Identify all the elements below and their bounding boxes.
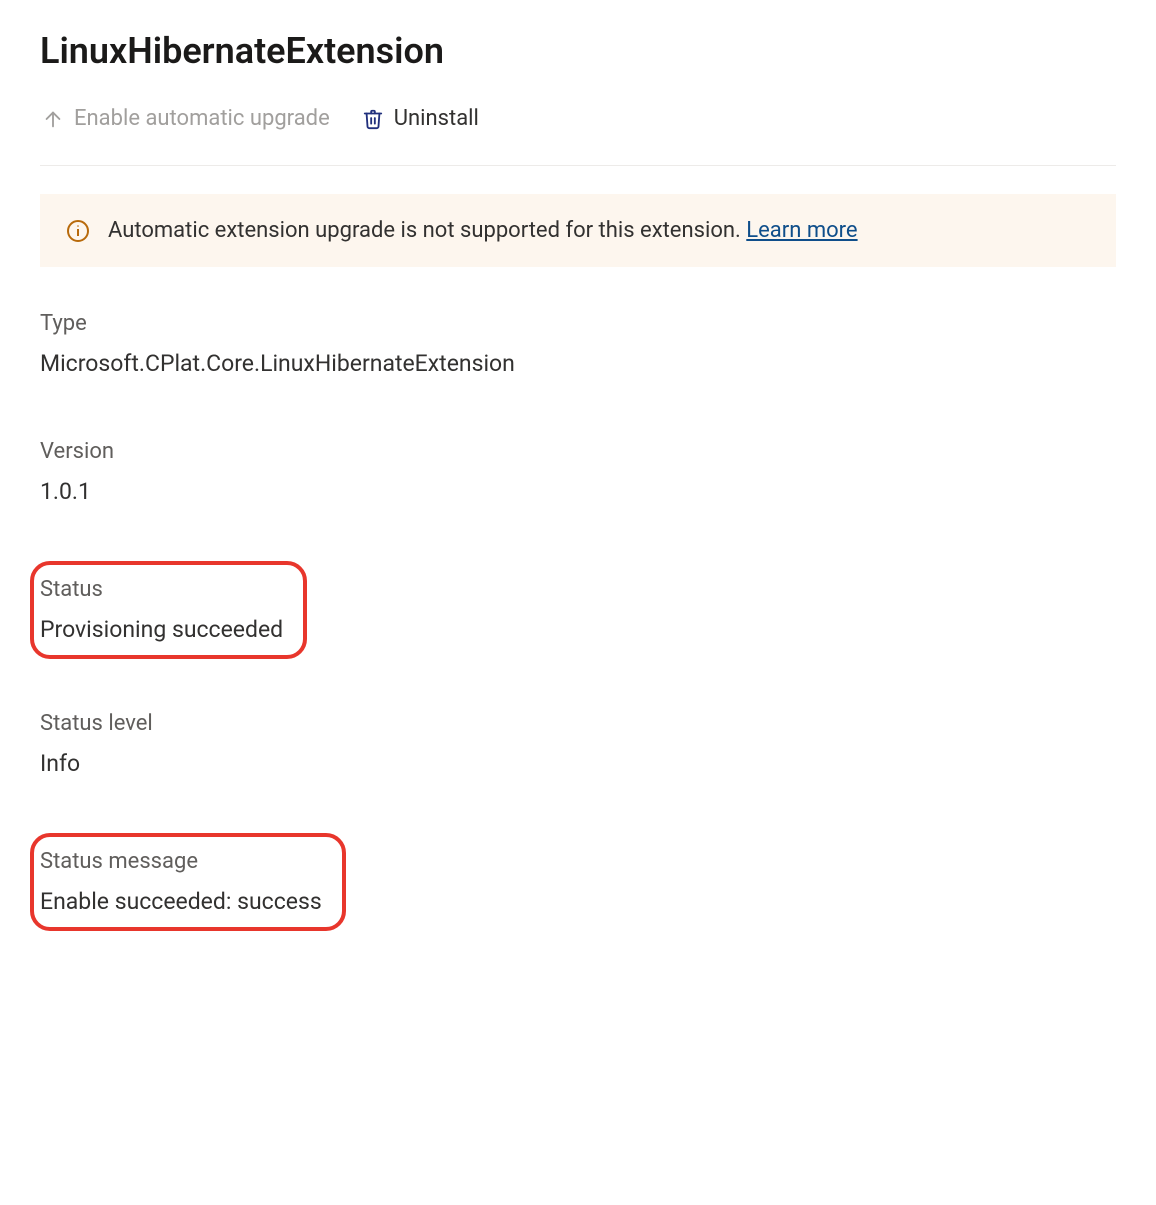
page-title: LinuxHibernateExtension (40, 30, 1116, 72)
field-type-label: Type (40, 311, 1116, 336)
info-banner-message: Automatic extension upgrade is not suppo… (108, 218, 746, 243)
field-status-value: Provisioning succeeded (40, 616, 283, 643)
info-icon (66, 219, 90, 243)
field-version-label: Version (40, 439, 1116, 464)
field-status-message-value: Enable succeeded: success (40, 888, 322, 915)
arrow-up-icon (42, 108, 64, 130)
field-status-label: Status (40, 577, 283, 602)
highlight-status: Status Provisioning succeeded (30, 561, 307, 659)
enable-auto-upgrade-label: Enable automatic upgrade (74, 106, 330, 131)
field-type: Type Microsoft.CPlat.Core.LinuxHibernate… (40, 305, 1116, 383)
field-status-level-value: Info (40, 750, 1116, 777)
field-status-level: Status level Info (40, 705, 1116, 783)
info-banner: Automatic extension upgrade is not suppo… (40, 194, 1116, 267)
toolbar: Enable automatic upgrade Uninstall (40, 102, 1116, 166)
field-status-level-label: Status level (40, 711, 1116, 736)
field-status-message-label: Status message (40, 849, 322, 874)
learn-more-link[interactable]: Learn more (746, 218, 857, 243)
field-version-value: 1.0.1 (40, 478, 1116, 505)
uninstall-button[interactable]: Uninstall (360, 102, 481, 135)
field-type-value: Microsoft.CPlat.Core.LinuxHibernateExten… (40, 350, 1116, 377)
field-version: Version 1.0.1 (40, 433, 1116, 511)
enable-auto-upgrade-button: Enable automatic upgrade (40, 102, 332, 135)
highlight-status-message: Status message Enable succeeded: success (30, 833, 346, 931)
info-banner-text: Automatic extension upgrade is not suppo… (108, 218, 858, 243)
trash-icon (362, 108, 384, 130)
uninstall-label: Uninstall (394, 106, 479, 131)
